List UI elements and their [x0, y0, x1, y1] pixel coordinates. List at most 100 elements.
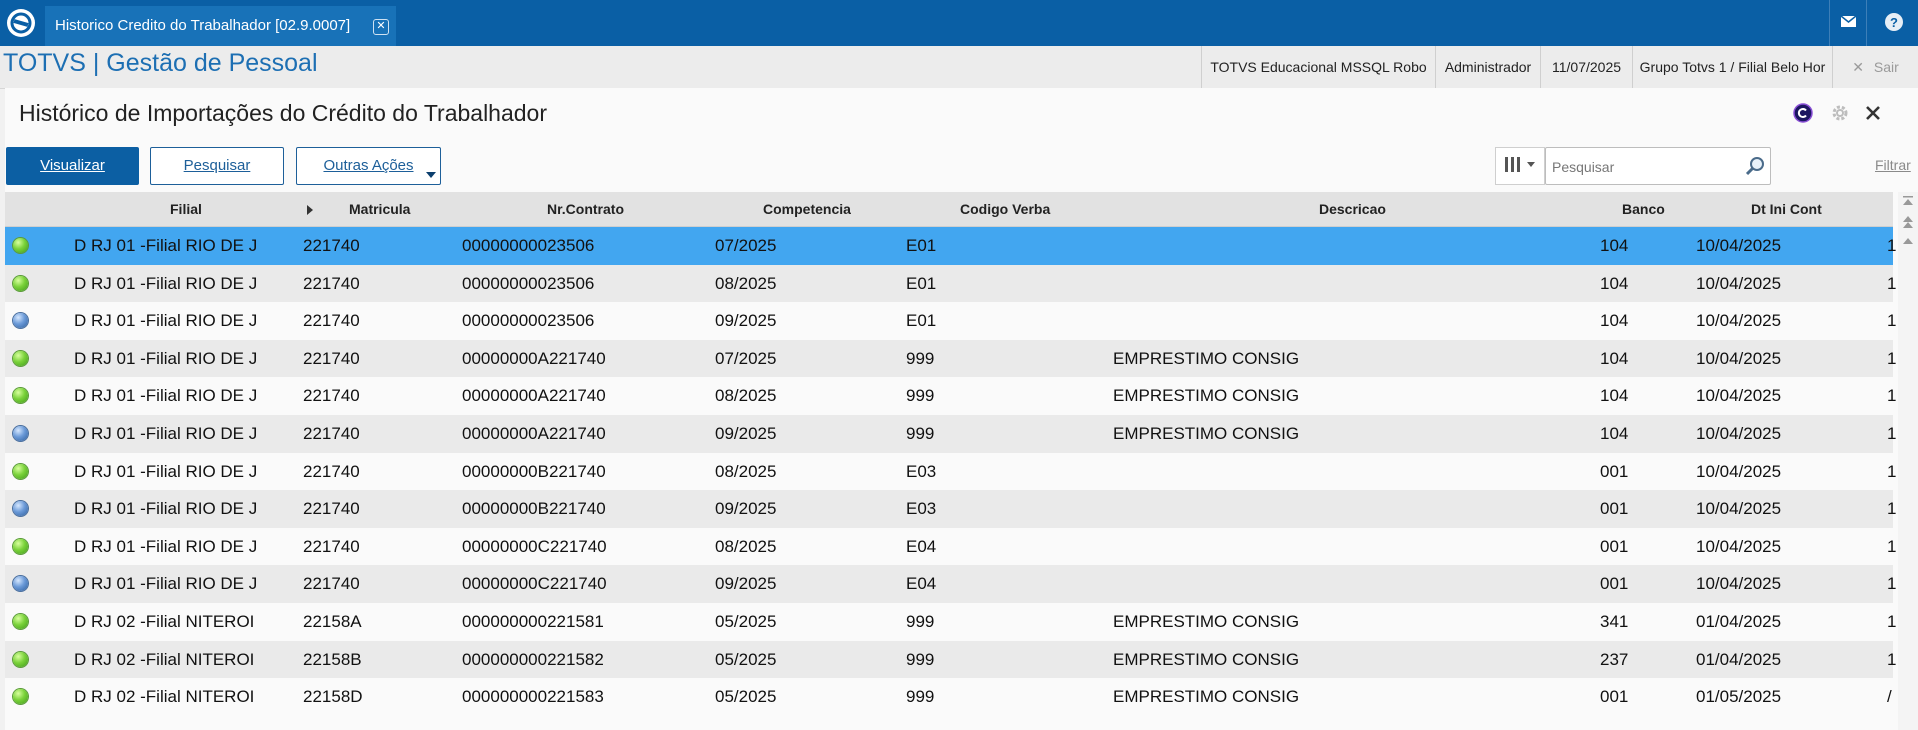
cell-banco: 104	[1600, 348, 1629, 368]
cell-competencia: 08/2025	[715, 461, 777, 481]
cell-dt-ini-cont: 01/05/2025	[1696, 687, 1782, 707]
column-selector[interactable]	[1495, 147, 1545, 185]
cell-nr-contrato: 000000000221583	[462, 687, 604, 707]
cell-dt-ini-cont: 10/04/2025	[1696, 499, 1782, 519]
cell-filial: D RJ 01 -Filial RIO DE J	[74, 461, 258, 481]
cell-codigo-verba: E04	[906, 536, 937, 556]
cell-nr-contrato: 000000000221582	[462, 649, 604, 669]
filtrar-link[interactable]: Filtrar	[1875, 157, 1911, 173]
visualizar-label: Visualizar	[40, 157, 105, 174]
status-blue-icon	[13, 313, 28, 329]
logout-button[interactable]: ✕ Sair	[1832, 46, 1918, 88]
close-icon[interactable]	[1862, 102, 1884, 124]
status-green-icon	[13, 614, 28, 629]
cell-banco: 001	[1600, 499, 1629, 519]
mail-icon[interactable]	[1830, 0, 1866, 46]
cell-next-column: 1	[1887, 311, 1897, 331]
gear-icon[interactable]	[1829, 102, 1851, 124]
cell-banco: 341	[1600, 612, 1629, 631]
column-header-matricula[interactable]: Matricula	[349, 192, 410, 226]
scroll-top-icon[interactable]	[1903, 196, 1913, 205]
status-green-icon	[13, 238, 28, 253]
table-row[interactable]: D RJ 02 -Filial NITEROI 22158B 00000000022…	[5, 640, 1897, 679]
table-row[interactable]: D RJ 01 -Filial RIO DE J 221740 00000000B2…	[5, 452, 1896, 491]
cell-competencia: 09/2025	[715, 311, 777, 331]
cell-codigo-verba: 999	[906, 687, 935, 707]
cell-banco: 104	[1600, 424, 1629, 443]
user-info[interactable]: Administrador	[1435, 46, 1540, 88]
cell-nr-contrato: 00000000A221740	[462, 386, 606, 406]
cell-descricao: EMPRESTIMO CONSIG	[1113, 348, 1300, 368]
cell-codigo-verba: E01	[906, 236, 937, 255]
table-row[interactable]: D RJ 01 -Filial RIO DE J 221740 00000000A2…	[5, 377, 1896, 415]
table-row[interactable]: D RJ 02 -Filial NITEROI 22158D 00000000022…	[5, 678, 1893, 716]
divider	[1866, 0, 1867, 46]
cell-dt-ini-cont: 01/04/2025	[1696, 612, 1782, 631]
column-header-competencia[interactable]: Competencia	[763, 192, 851, 226]
top-bar: Historico Credito do Trabalhador [02.9.0…	[0, 0, 1918, 46]
scroll-page-up-icon[interactable]	[1903, 216, 1913, 228]
app-tab[interactable]: Historico Credito do Trabalhador [02.9.0…	[45, 6, 396, 46]
cell-matricula: 221740	[303, 386, 360, 406]
logout-label: Sair	[1873, 59, 1899, 75]
cell-codigo-verba: E03	[906, 499, 937, 519]
cell-codigo-verba: E01	[906, 311, 937, 331]
cell-matricula: 221740	[303, 311, 360, 331]
cell-filial: D RJ 01 -Filial RIO DE J	[74, 236, 258, 255]
status-green-icon	[13, 350, 28, 366]
table-row[interactable]: D RJ 01 -Filial RIO DE J 221740 0000000002…	[5, 264, 1896, 303]
cell-nr-contrato: 000000000221581	[462, 612, 604, 631]
c-icon[interactable]	[1792, 102, 1814, 124]
table-row[interactable]: D RJ 01 -Filial RIO DE J 221740 0000000002…	[5, 227, 1897, 265]
table-row[interactable]: D RJ 01 -Filial RIO DE J 221740 0000000002…	[5, 302, 1897, 340]
cell-matricula: 221740	[303, 236, 360, 255]
vertical-scrollbar[interactable]	[1898, 192, 1918, 730]
status-green-icon	[13, 651, 28, 667]
search-input[interactable]	[1550, 155, 1734, 179]
cell-dt-ini-cont: 10/04/2025	[1696, 424, 1782, 443]
outras-acoes-button[interactable]: Outras Ações	[296, 147, 441, 185]
table-row[interactable]: D RJ 01 -Filial RIO DE J 221740 00000000A2…	[5, 339, 1896, 378]
cell-matricula: 221740	[303, 574, 360, 594]
column-header-banco[interactable]: Banco	[1622, 192, 1665, 226]
pesquisar-button[interactable]: Pesquisar	[150, 147, 284, 185]
cell-filial: D RJ 02 -Filial NITEROI	[74, 649, 255, 669]
column-header-nr-contrato[interactable]: Nr.Contrato	[547, 192, 624, 226]
column-header-filial[interactable]: Filial	[170, 192, 202, 226]
cell-matricula: 221740	[303, 499, 360, 519]
totvs-logo-icon[interactable]	[5, 7, 37, 39]
outras-acoes-label: Outras Ações	[323, 157, 414, 174]
search-icon[interactable]	[1744, 155, 1766, 177]
cell-filial: D RJ 01 -Filial RIO DE J	[74, 424, 258, 443]
columns-icon	[1505, 157, 1535, 172]
cell-matricula: 22158B	[303, 649, 362, 669]
search-box[interactable]	[1545, 147, 1771, 185]
column-header-codigo-verba[interactable]: Codigo Verba	[960, 192, 1050, 226]
cell-banco: 001	[1600, 687, 1629, 707]
column-header-dt-ini-cont[interactable]: Dt Ini Cont	[1751, 192, 1822, 226]
cell-banco: 001	[1600, 461, 1629, 481]
date-info[interactable]: 11/07/2025	[1540, 46, 1632, 88]
scroll-up-icon[interactable]	[1903, 238, 1913, 244]
branch-info[interactable]: Grupo Totvs 1 / Filial Belo Hor	[1632, 46, 1832, 88]
cell-next-column: 1	[1887, 236, 1897, 255]
environment-info[interactable]: TOTVS Educacional MSSQL Robo	[1201, 46, 1435, 88]
table-row[interactable]: D RJ 01 -Filial RIO DE J 221740 00000000C2…	[5, 527, 1896, 566]
status-green-icon	[13, 388, 28, 404]
help-icon[interactable]: ?	[1876, 0, 1912, 46]
cell-filial: D RJ 02 -Filial NITEROI	[74, 612, 255, 631]
visualizar-button[interactable]: Visualizar	[6, 147, 139, 185]
cell-matricula: 221740	[303, 461, 360, 481]
page-title: Histórico de Importações do Crédito do T…	[19, 100, 548, 126]
main-panel: Histórico de Importações do Crédito do T…	[5, 88, 1918, 730]
cell-next-column: 1	[1887, 649, 1897, 669]
column-header-descricao[interactable]: Descricao	[1319, 192, 1386, 226]
table-row[interactable]: D RJ 01 -Filial RIO DE J 221740 00000000C2…	[5, 565, 1896, 603]
cell-banco: 104	[1600, 236, 1629, 255]
table-row[interactable]: D RJ 01 -Filial RIO DE J 221740 00000000B2…	[5, 490, 1896, 528]
table-row[interactable]: D RJ 02 -Filial NITEROI 22158A 00000000022…	[5, 603, 1896, 641]
cell-competencia: 05/2025	[715, 687, 777, 707]
close-tab-icon[interactable]: ✕	[373, 19, 389, 35]
table-row[interactable]: D RJ 01 -Filial RIO DE J 221740 00000000A2…	[5, 415, 1896, 453]
cell-nr-contrato: 00000000A221740	[462, 424, 606, 443]
